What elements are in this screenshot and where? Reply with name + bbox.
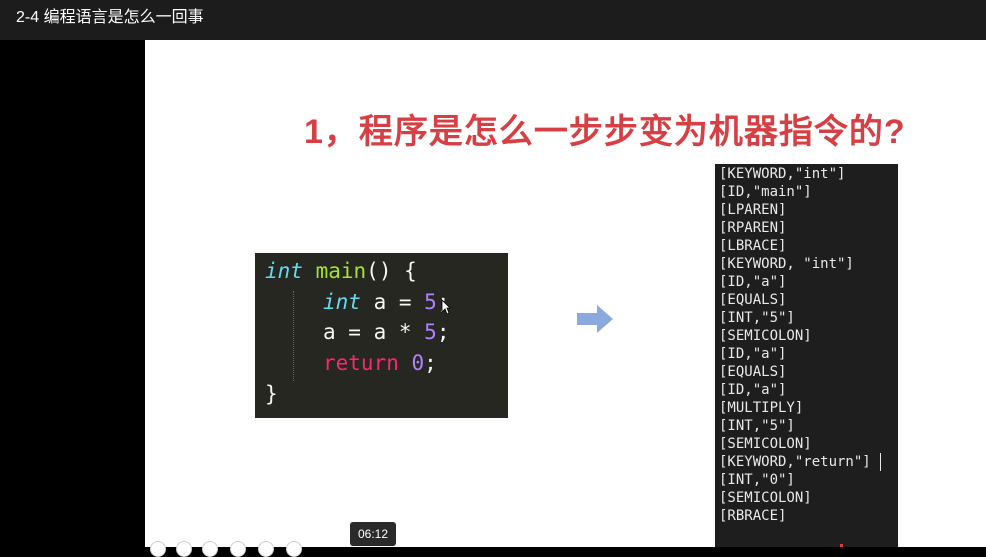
control-icon[interactable] bbox=[150, 541, 166, 557]
code-token: a = a * bbox=[323, 320, 425, 344]
mouse-cursor-icon bbox=[441, 299, 451, 315]
token-item: [SEMICOLON] bbox=[719, 328, 812, 344]
code-token: 0 bbox=[411, 351, 425, 375]
code-line-2: int a = 5; bbox=[323, 287, 449, 317]
token-item: [RPAREN] bbox=[719, 220, 787, 236]
token-item: [LBRACE] bbox=[719, 238, 787, 254]
token-item: [EQUALS] bbox=[719, 292, 787, 308]
code-token: 5 bbox=[424, 290, 437, 314]
control-icon[interactable] bbox=[202, 541, 218, 557]
code-token: main bbox=[315, 259, 367, 283]
text-caret bbox=[880, 453, 881, 471]
control-icon[interactable] bbox=[286, 541, 302, 557]
slide-title: 1，程序是怎么一步步变为机器指令的? bbox=[304, 113, 906, 151]
token-item: [INT,"0"] bbox=[719, 472, 795, 488]
token-item: [INT,"5"] bbox=[719, 418, 795, 434]
token-item: [ID,"a"] bbox=[719, 382, 787, 398]
token-item: [INT,"5"] bbox=[719, 310, 795, 326]
control-icon[interactable] bbox=[176, 541, 192, 557]
token-list: [KEYWORD,"int"] [ID,"main"] [LPAREN] [RP… bbox=[715, 164, 898, 547]
code-token: ; bbox=[436, 320, 450, 344]
control-icon[interactable] bbox=[230, 541, 246, 557]
token-item: [ID,"main"] bbox=[719, 184, 812, 200]
code-token: 5 bbox=[424, 320, 437, 344]
window-title: 2-4 编程语言是怎么一回事 bbox=[16, 9, 204, 26]
left-letterbox bbox=[0, 40, 145, 547]
token-item: [MULTIPLY] bbox=[719, 400, 804, 416]
indent-guide bbox=[293, 291, 294, 381]
token-item: [SEMICOLON] bbox=[719, 436, 812, 452]
code-token: ; bbox=[424, 351, 437, 375]
code-line-5: } bbox=[265, 382, 278, 406]
control-icon[interactable] bbox=[258, 541, 274, 557]
token-item: [KEYWORD, "int"] bbox=[719, 256, 854, 272]
slide-control-bar bbox=[150, 541, 310, 557]
code-snippet: int main() { int a = 5; a = a * 5; retur… bbox=[255, 253, 508, 418]
slide: 1，程序是怎么一步步变为机器指令的? int main() { int a = … bbox=[145, 40, 986, 547]
code-token: int bbox=[323, 290, 361, 314]
video-time-tooltip: 06:12 bbox=[350, 522, 396, 546]
code-token: int bbox=[265, 259, 303, 283]
token-item: [EQUALS] bbox=[719, 364, 787, 380]
code-token: return bbox=[323, 351, 399, 375]
code-token: () { bbox=[366, 259, 417, 283]
token-item: [RBRACE] bbox=[719, 508, 787, 524]
token-item: [ID,"a"] bbox=[719, 346, 787, 362]
code-line-3: a = a * 5; bbox=[323, 317, 449, 347]
token-item: [LPAREN] bbox=[719, 202, 787, 218]
token-item: [KEYWORD,"return"] bbox=[719, 454, 871, 470]
code-token: a = bbox=[373, 290, 425, 314]
token-item: [ID,"a"] bbox=[719, 274, 787, 290]
code-line-4: return 0; bbox=[323, 348, 437, 378]
window-titlebar: 2-4 编程语言是怎么一回事 bbox=[0, 0, 986, 40]
token-item: [SEMICOLON] bbox=[719, 490, 812, 506]
token-item: [KEYWORD,"int"] bbox=[719, 166, 846, 182]
arrow-right-icon bbox=[577, 305, 613, 333]
code-line-1: int main() { bbox=[265, 256, 417, 286]
